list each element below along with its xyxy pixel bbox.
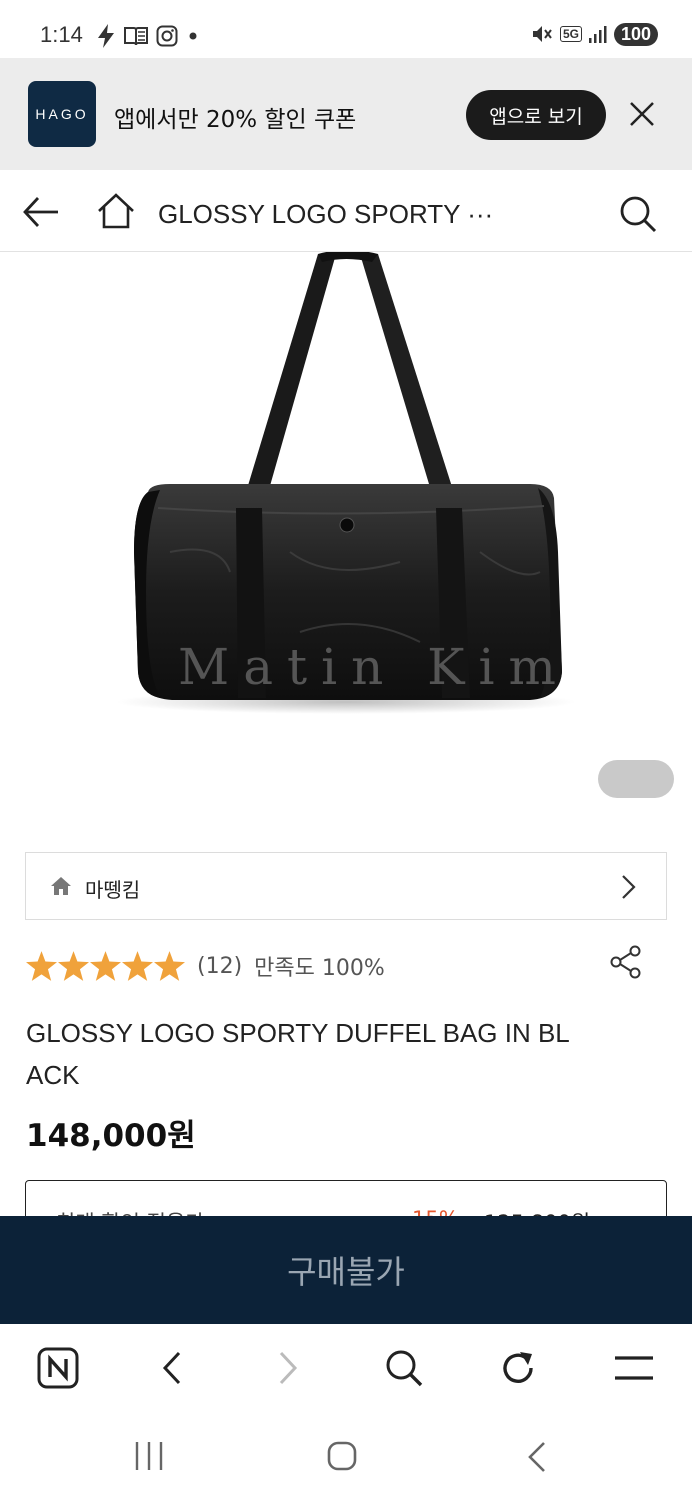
page-title: GLOSSY LOGO SPORTY ··· (158, 199, 494, 229)
dot-icon (189, 32, 197, 40)
purchase-button-label: 구매불가 (287, 1253, 405, 1291)
browser-reload-button[interactable] (496, 1346, 540, 1390)
purchase-button[interactable]: 구매불가 (0, 1216, 692, 1324)
brand-name: 마뗑킴 (85, 878, 141, 902)
brand-home-icon (51, 877, 71, 895)
search-icon (386, 1350, 423, 1387)
home-circle-icon (327, 1441, 357, 1471)
satisfaction-rate: 만족도 100% (254, 956, 385, 981)
naver-home-button[interactable] (36, 1346, 80, 1390)
back-chevron-icon (528, 1442, 545, 1472)
battery-indicator: 100 (613, 22, 658, 46)
chevron-right-icon (279, 1351, 298, 1385)
browser-toolbar (0, 1324, 692, 1414)
recent-apps-button[interactable] (134, 1440, 164, 1476)
image-pager-indicator (598, 760, 674, 798)
recent-apps-icon (135, 1442, 163, 1470)
network-label: 5G (559, 26, 582, 42)
star-icon (58, 951, 89, 981)
naver-n-icon (37, 1347, 79, 1389)
status-time: 1:14 (40, 22, 83, 47)
star-icon (122, 951, 153, 981)
instagram-icon (156, 25, 178, 47)
close-icon[interactable] (626, 98, 658, 130)
hamburger-menu-icon (615, 1356, 653, 1380)
open-app-button[interactable]: 앱으로 보기 (466, 90, 606, 140)
product-image[interactable]: Matin Kim (0, 250, 692, 812)
signal-icon (588, 26, 607, 43)
star-icon (26, 951, 57, 981)
search-icon[interactable] (618, 194, 658, 234)
chevron-right-icon (622, 875, 636, 899)
notification-icons (96, 24, 200, 48)
back-nav-button[interactable] (526, 1440, 548, 1478)
duffel-bag-image: Matin Kim (116, 250, 576, 714)
flash-icon (98, 24, 114, 48)
bag-logo-print: Matin Kim (178, 638, 570, 696)
promo-text: 앱에서만 20% 할인 쿠폰 (114, 107, 357, 133)
system-navigation-bar (0, 1414, 692, 1500)
rating-summary[interactable]: (12) 만족도 100% (26, 946, 385, 986)
brand-link[interactable]: 마뗑킴 (25, 852, 667, 920)
book-icon (124, 27, 148, 46)
app-promo-banner: HAGO 앱에서만 20% 할인 쿠폰 앱으로 보기 (0, 58, 692, 170)
page-header: GLOSSY LOGO SPORTY ··· (0, 170, 692, 252)
back-arrow-icon[interactable] (22, 194, 62, 230)
star-rating (26, 951, 185, 981)
share-icon[interactable] (608, 944, 644, 980)
browser-search-button[interactable] (382, 1346, 426, 1390)
browser-forward-button[interactable] (266, 1346, 310, 1390)
mute-icon (532, 26, 552, 42)
hago-logo: HAGO (28, 81, 96, 147)
star-icon (154, 951, 185, 981)
review-count[interactable]: (12) (197, 954, 242, 979)
product-price: 148,000원 (26, 1118, 196, 1154)
star-icon (90, 951, 121, 981)
home-nav-button[interactable] (326, 1440, 358, 1476)
chevron-left-icon (162, 1351, 181, 1385)
home-icon[interactable] (96, 192, 136, 230)
browser-menu-button[interactable] (612, 1346, 656, 1390)
status-bar: 1:14 5G 100 (0, 0, 692, 58)
system-status: 5G 100 (530, 22, 658, 46)
reload-icon (503, 1352, 533, 1383)
product-title: GLOSSY LOGO SPORTY DUFFEL BAG IN BLACK (26, 1018, 570, 1090)
browser-back-button[interactable] (150, 1346, 194, 1390)
